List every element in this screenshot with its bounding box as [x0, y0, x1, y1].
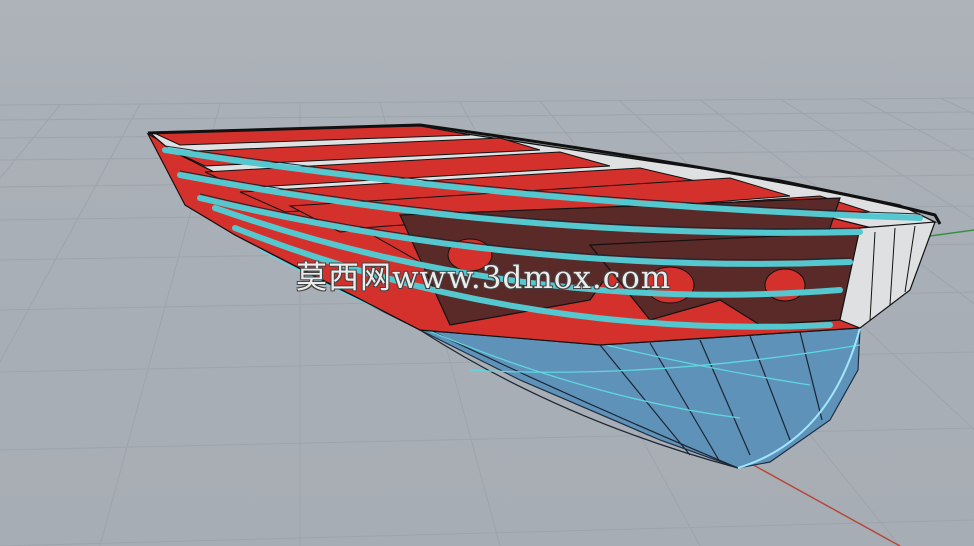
watermark-text: 莫西网www.3dmox.com [296, 260, 672, 296]
3d-viewport[interactable]: 莫西网www.3dmox.com [0, 0, 974, 546]
y-axis-line [929, 229, 974, 237]
